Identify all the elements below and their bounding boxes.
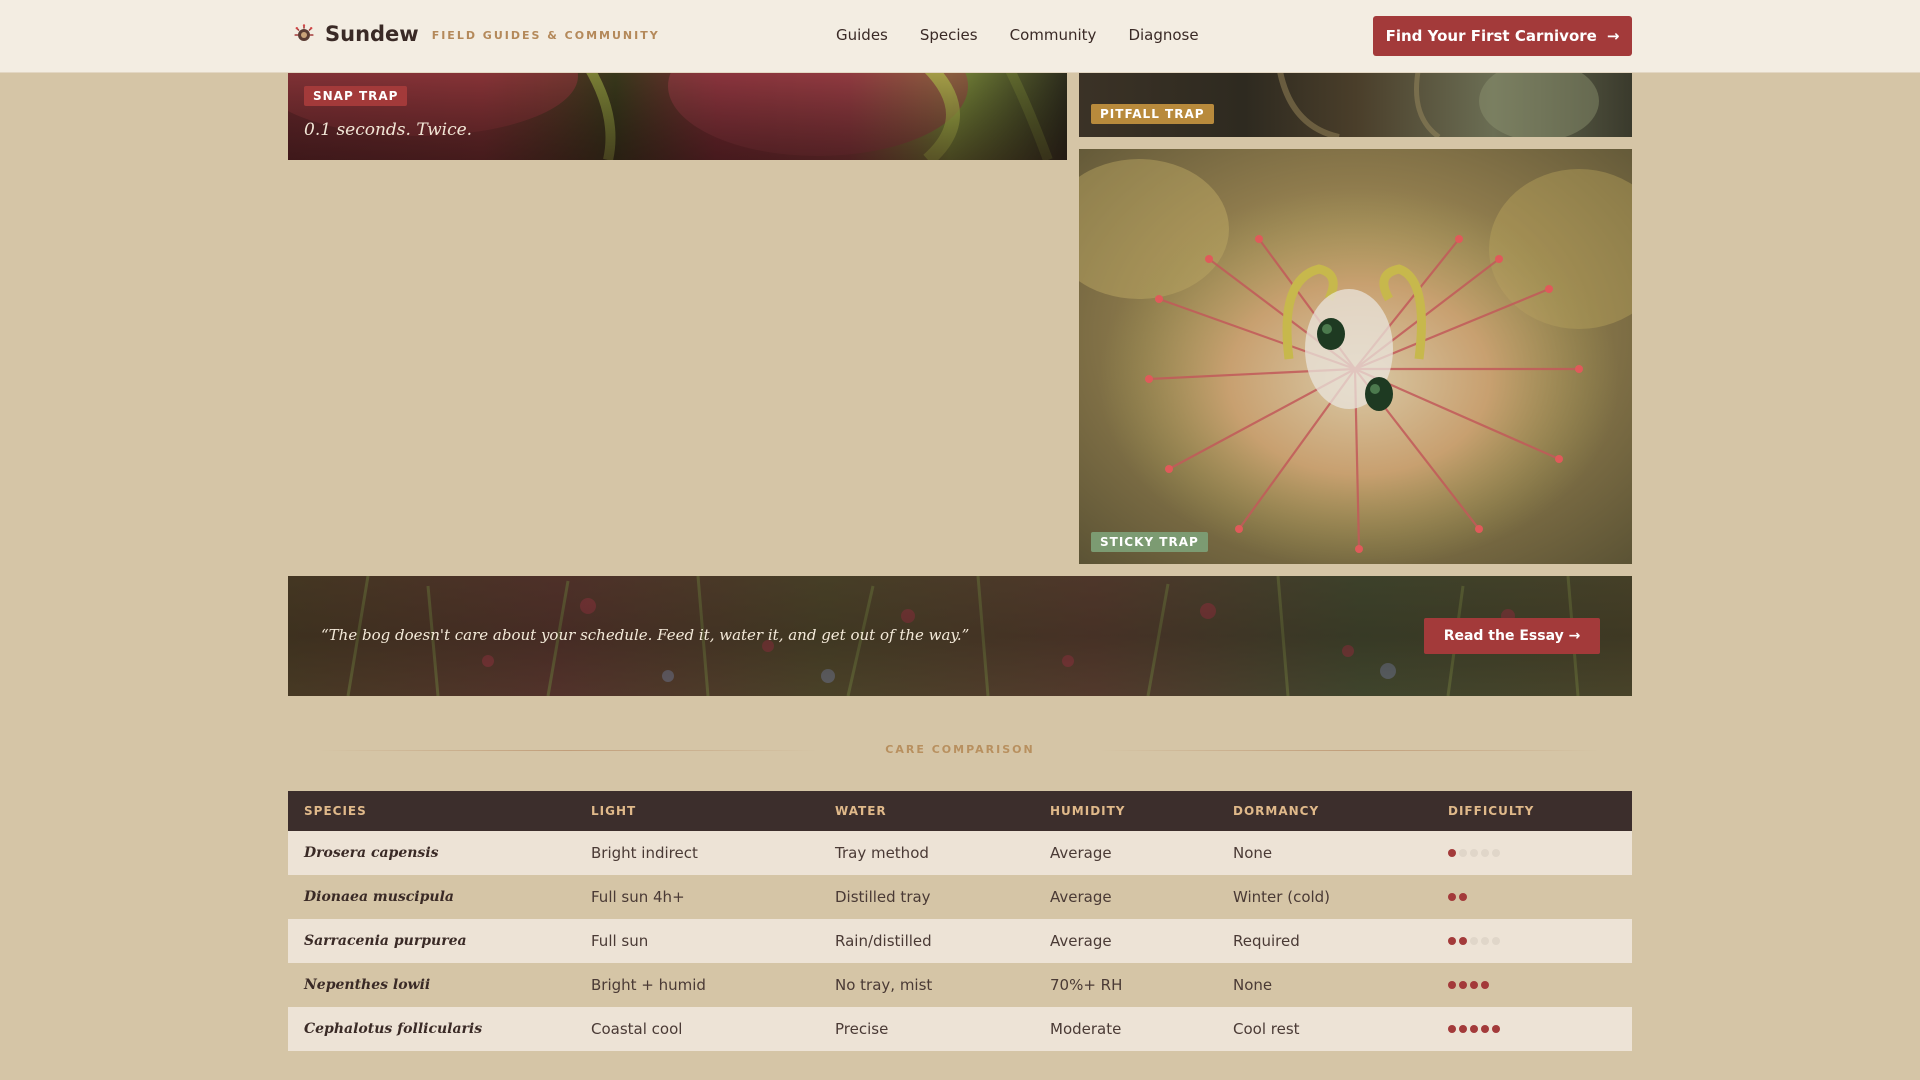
difficulty-dot-filled <box>1448 937 1456 945</box>
find-carnivore-button[interactable]: Find Your First Carnivore → <box>1373 16 1632 56</box>
cell-humidity: Average <box>1034 919 1217 963</box>
nav-item-diagnose[interactable]: Diagnose <box>1128 26 1198 44</box>
sticky-trap-photo <box>1079 149 1632 564</box>
cell-humidity: 70%+ RH <box>1034 963 1217 1007</box>
arrow-right-icon: → <box>1606 27 1620 45</box>
table-row[interactable]: Cephalotus follicularis Coastal cool Preci… <box>288 1007 1632 1051</box>
cell-water: Rain/distilled <box>819 919 1034 963</box>
snap-trap-badge: SNAP TRAP <box>304 86 408 106</box>
difficulty-dot-empty <box>1459 849 1467 857</box>
difficulty-dot-empty <box>1492 849 1500 857</box>
cta-label: Find Your First Carnivore <box>1385 27 1597 45</box>
cell-water: Distilled tray <box>819 875 1034 919</box>
cell-difficulty <box>1432 963 1632 1007</box>
cell-dormancy: None <box>1217 963 1432 1007</box>
quote-banner: “The bog doesn't care about your schedul… <box>288 576 1632 696</box>
cell-species: Drosera capensis <box>288 831 575 875</box>
sticky-trap-card[interactable]: STICKY TRAP <box>1079 149 1632 564</box>
nav-item-guides[interactable]: Guides <box>836 26 888 44</box>
read-essay-button[interactable]: Read the Essay → <box>1424 618 1600 654</box>
brand-tagline: FIELD GUIDES & COMMUNITY <box>431 28 660 42</box>
cell-water: Tray method <box>819 831 1034 875</box>
sticky-trap-badge: STICKY TRAP <box>1091 532 1208 552</box>
cell-species: Cephalotus follicularis <box>288 1007 575 1051</box>
cell-dormancy: Required <box>1217 919 1432 963</box>
cell-light: Full sun <box>575 919 819 963</box>
difficulty-dot-empty <box>1481 937 1489 945</box>
table-row[interactable]: Dionaea muscipula Full sun 4h+ Distilled t… <box>288 875 1632 919</box>
difficulty-rating <box>1448 937 1632 945</box>
cell-water: Precise <box>819 1007 1034 1051</box>
difficulty-dot-filled <box>1470 981 1478 989</box>
cell-dormancy: Winter (cold) <box>1217 875 1432 919</box>
difficulty-dot-filled <box>1459 937 1467 945</box>
difficulty-dot-empty <box>1470 849 1478 857</box>
cell-light: Bright + humid <box>575 963 819 1007</box>
cell-light: Bright indirect <box>575 831 819 875</box>
column-header-dormancy[interactable]: DORMANCY <box>1217 791 1432 831</box>
cell-humidity: Moderate <box>1034 1007 1217 1051</box>
difficulty-dot-filled <box>1481 981 1489 989</box>
difficulty-dot-filled <box>1459 1025 1467 1033</box>
cell-light: Full sun 4h+ <box>575 875 819 919</box>
difficulty-rating <box>1448 849 1632 857</box>
cell-difficulty <box>1432 875 1632 919</box>
cell-difficulty <box>1432 1007 1632 1051</box>
column-header-light[interactable]: LIGHT <box>575 791 819 831</box>
main-nav: Guides Species Community Diagnose <box>836 26 1231 44</box>
cell-difficulty <box>1432 831 1632 875</box>
cell-dormancy: None <box>1217 831 1432 875</box>
table-row[interactable]: Drosera capensis Bright indirect Tray meth… <box>288 831 1632 875</box>
difficulty-dot-filled <box>1448 1025 1456 1033</box>
table-header-row: SPECIES LIGHT WATER HUMIDITY DORMANCY DI… <box>288 791 1632 831</box>
sundew-logo-icon <box>294 24 314 44</box>
column-header-difficulty[interactable]: DIFFICULTY <box>1432 791 1632 831</box>
brand-name: Sundew <box>325 22 419 46</box>
nav-item-community[interactable]: Community <box>1010 26 1097 44</box>
site-header: Sundew FIELD GUIDES & COMMUNITY Guides S… <box>0 0 1920 73</box>
cell-species: Nepenthes lowii <box>288 963 575 1007</box>
difficulty-dot-empty <box>1470 937 1478 945</box>
care-comparison-title: CARE COMPARISON <box>885 743 1035 756</box>
brand[interactable]: Sundew FIELD GUIDES & COMMUNITY <box>294 22 660 46</box>
cell-species: Sarracenia purpurea <box>288 919 575 963</box>
table-row[interactable]: Sarracenia purpurea Full sun Rain/distille… <box>288 919 1632 963</box>
difficulty-rating <box>1448 981 1632 989</box>
difficulty-dot-filled <box>1448 893 1456 901</box>
difficulty-dot-filled <box>1481 1025 1489 1033</box>
pitfall-trap-badge: PITFALL TRAP <box>1091 104 1214 124</box>
difficulty-dot-filled <box>1492 1025 1500 1033</box>
snap-trap-card[interactable]: SNAP TRAP 0.1 seconds. Twice. <box>288 66 1067 160</box>
difficulty-rating <box>1448 1025 1632 1033</box>
pitfall-trap-card[interactable]: PITFALL TRAP <box>1079 66 1632 137</box>
difficulty-dot-filled <box>1448 981 1456 989</box>
cell-humidity: Average <box>1034 875 1217 919</box>
difficulty-dot-filled <box>1459 893 1467 901</box>
difficulty-dot-filled <box>1448 849 1456 857</box>
cell-light: Coastal cool <box>575 1007 819 1051</box>
cell-water: No tray, mist <box>819 963 1034 1007</box>
column-header-species[interactable]: SPECIES <box>288 791 575 831</box>
difficulty-rating <box>1448 893 1632 901</box>
cell-dormancy: Cool rest <box>1217 1007 1432 1051</box>
care-comparison-table: SPECIES LIGHT WATER HUMIDITY DORMANCY DI… <box>288 791 1632 1051</box>
cell-humidity: Average <box>1034 831 1217 875</box>
pitfall-trap-photo <box>1079 66 1632 137</box>
cell-difficulty <box>1432 919 1632 963</box>
table-row[interactable]: Nepenthes lowii Bright + humid No tray, mi… <box>288 963 1632 1007</box>
bog-quote: “The bog doesn't care about your schedul… <box>321 626 970 644</box>
nav-item-species[interactable]: Species <box>920 26 978 44</box>
difficulty-dot-filled <box>1470 1025 1478 1033</box>
snap-trap-caption: 0.1 seconds. Twice. <box>304 120 473 140</box>
difficulty-dot-empty <box>1481 849 1489 857</box>
snap-trap-photo <box>288 66 1067 160</box>
difficulty-dot-filled <box>1459 981 1467 989</box>
column-header-humidity[interactable]: HUMIDITY <box>1034 791 1217 831</box>
column-header-water[interactable]: WATER <box>819 791 1034 831</box>
difficulty-dot-empty <box>1492 937 1500 945</box>
cell-species: Dionaea muscipula <box>288 875 575 919</box>
